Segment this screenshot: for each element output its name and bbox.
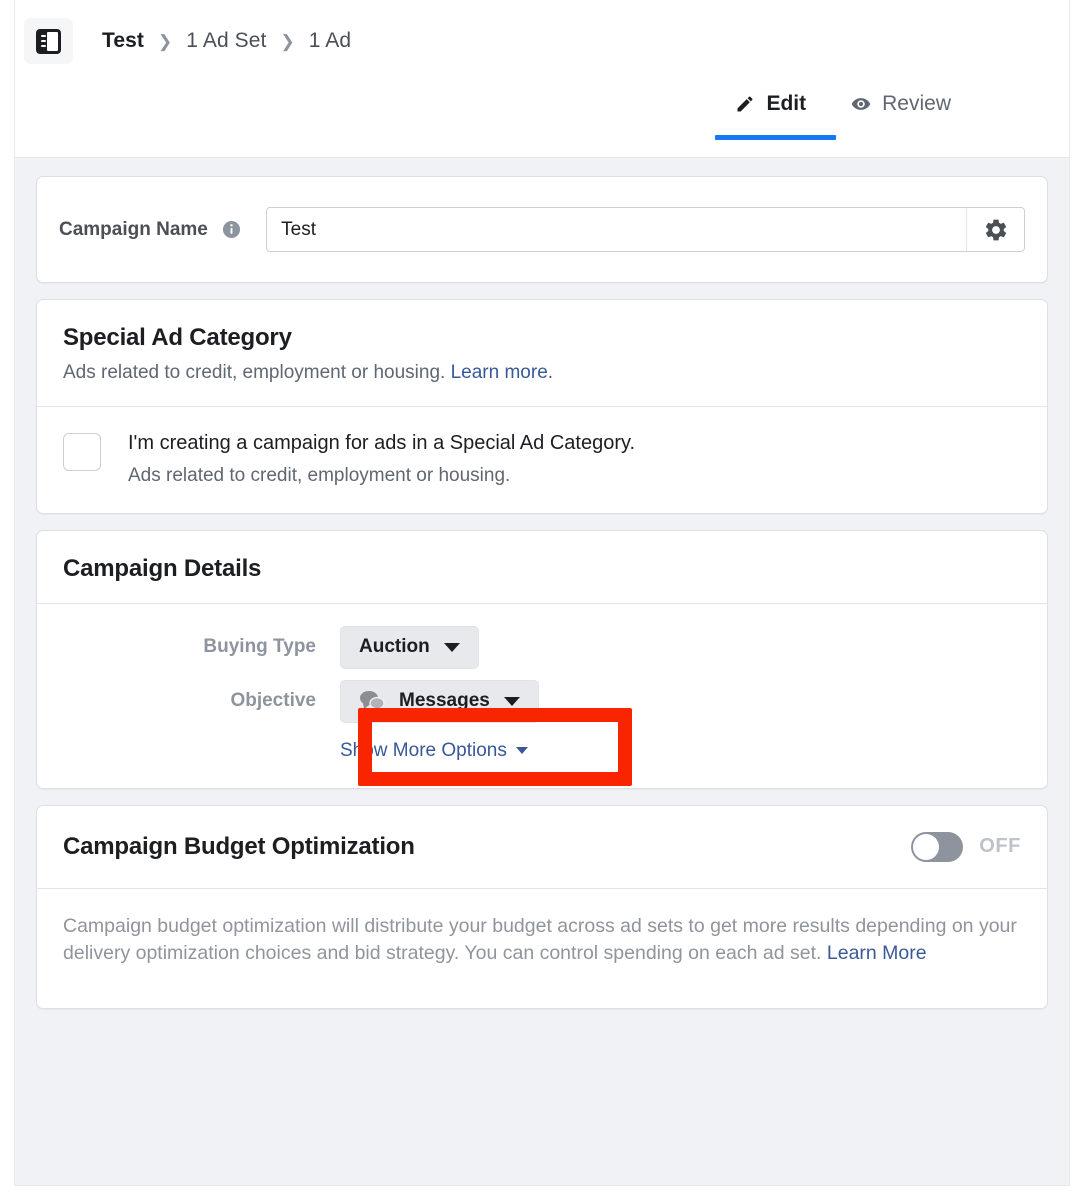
campaign-details-card: Campaign Details Buying Type Auction Obj… <box>36 529 1048 789</box>
buying-type-value: Auction <box>359 636 430 658</box>
buying-type-dropdown[interactable]: Auction <box>340 625 479 669</box>
cbo-header: Campaign Budget Optimization OFF <box>37 806 1047 888</box>
objective-dropdown[interactable]: Messages <box>340 679 539 723</box>
special-ad-category-checkbox-desc: Ads related to credit, employment or hou… <box>128 464 511 486</box>
campaign-name-input[interactable] <box>267 208 966 251</box>
app-frame: Test ❯ 1 Ad Set ❯ 1 Ad Edit Review Campa… <box>14 0 1070 1186</box>
objective-row: Objective Messages <box>63 679 1021 723</box>
tab-edit-label: Edit <box>766 92 807 115</box>
breadcrumb-item-adset[interactable]: 1 Ad Set <box>186 29 266 53</box>
cbo-toggle[interactable] <box>911 831 964 862</box>
header-tabs: Edit Review <box>715 92 951 140</box>
cbo-description: Campaign budget optimization will distri… <box>63 913 1021 968</box>
breadcrumb-separator-icon: ❯ <box>280 31 295 51</box>
breadcrumb-item-campaign[interactable]: Test <box>102 29 144 53</box>
campaign-details-title: Campaign Details <box>63 554 262 582</box>
breadcrumb-separator-icon: ❯ <box>158 31 173 51</box>
special-ad-category-checkbox-label: I'm creating a campaign for ads in a Spe… <box>128 431 636 454</box>
panel-toggle-button[interactable] <box>24 18 73 64</box>
pencil-icon <box>737 96 753 112</box>
special-ad-category-learn-more-link[interactable]: Learn more. <box>451 362 553 383</box>
page-content: Campaign Name Test Special Ad Category A… <box>15 158 1069 1010</box>
special-ad-category-card: Special Ad Category Ads related to credi… <box>36 299 1048 514</box>
cbo-toggle-state-label: OFF <box>979 835 1021 858</box>
gear-icon <box>985 219 1006 240</box>
info-icon[interactable] <box>222 220 241 239</box>
campaign-name-label-text: Campaign Name <box>59 218 208 240</box>
objective-value: Messages <box>399 690 490 712</box>
cbo-toggle-knob <box>913 833 940 860</box>
objective-label: Objective <box>230 690 316 712</box>
show-more-options-label: Show More Options <box>340 739 507 761</box>
campaign-details-header: Campaign Details <box>37 531 1047 603</box>
cbo-title: Campaign Budget Optimization <box>63 832 415 860</box>
special-ad-category-subtitle-text: Ads related to credit, employment or hou… <box>63 362 446 383</box>
sidebar-panel-icon <box>36 28 61 54</box>
page-header: Test ❯ 1 Ad Set ❯ 1 Ad Edit Review <box>15 0 1069 158</box>
cbo-body: Campaign budget optimization will distri… <box>37 889 1047 1008</box>
show-more-options-link[interactable]: Show More Options <box>340 740 528 762</box>
campaign-name-card: Campaign Name <box>36 176 1048 283</box>
chevron-down-icon <box>503 696 520 706</box>
breadcrumb: Test ❯ 1 Ad Set ❯ 1 Ad <box>15 0 1069 64</box>
cbo-learn-more-link[interactable]: Learn More <box>827 942 927 964</box>
buying-type-label: Buying Type <box>203 636 316 658</box>
buying-type-row: Buying Type Auction <box>63 625 1021 669</box>
chevron-down-icon <box>515 747 528 755</box>
breadcrumb-list: Test ❯ 1 Ad Set ❯ 1 Ad <box>102 29 351 53</box>
special-ad-category-title: Special Ad Category <box>63 324 292 351</box>
screenshot-root: Test ❯ 1 Ad Set ❯ 1 Ad Edit Review Campa… <box>0 0 1089 1200</box>
chevron-down-icon <box>443 642 460 652</box>
campaign-name-settings-button[interactable] <box>966 208 1024 251</box>
eye-icon <box>851 98 871 110</box>
cbo-toggle-wrap: OFF <box>911 831 1021 862</box>
campaign-budget-optimization-card: Campaign Budget Optimization OFF Campaig… <box>36 804 1048 1010</box>
tab-edit[interactable]: Edit <box>715 92 836 140</box>
tab-review[interactable]: Review <box>851 92 951 130</box>
breadcrumb-item-ad[interactable]: 1 Ad <box>309 29 351 53</box>
tab-review-label: Review <box>882 92 951 115</box>
campaign-name-field[interactable] <box>266 207 1025 252</box>
special-ad-category-header: Special Ad Category Ads related to credi… <box>37 300 1047 406</box>
campaign-name-label: Campaign Name <box>59 219 241 241</box>
special-ad-category-checkbox[interactable] <box>63 432 101 471</box>
messages-bubbles-icon <box>360 691 385 712</box>
campaign-details-body: Buying Type Auction Objective Messages S… <box>37 604 1047 788</box>
special-ad-category-checkbox-row[interactable]: I'm creating a campaign for ads in a Spe… <box>37 407 1047 513</box>
special-ad-category-subtitle: Ads related to credit, employment or hou… <box>63 360 1021 386</box>
